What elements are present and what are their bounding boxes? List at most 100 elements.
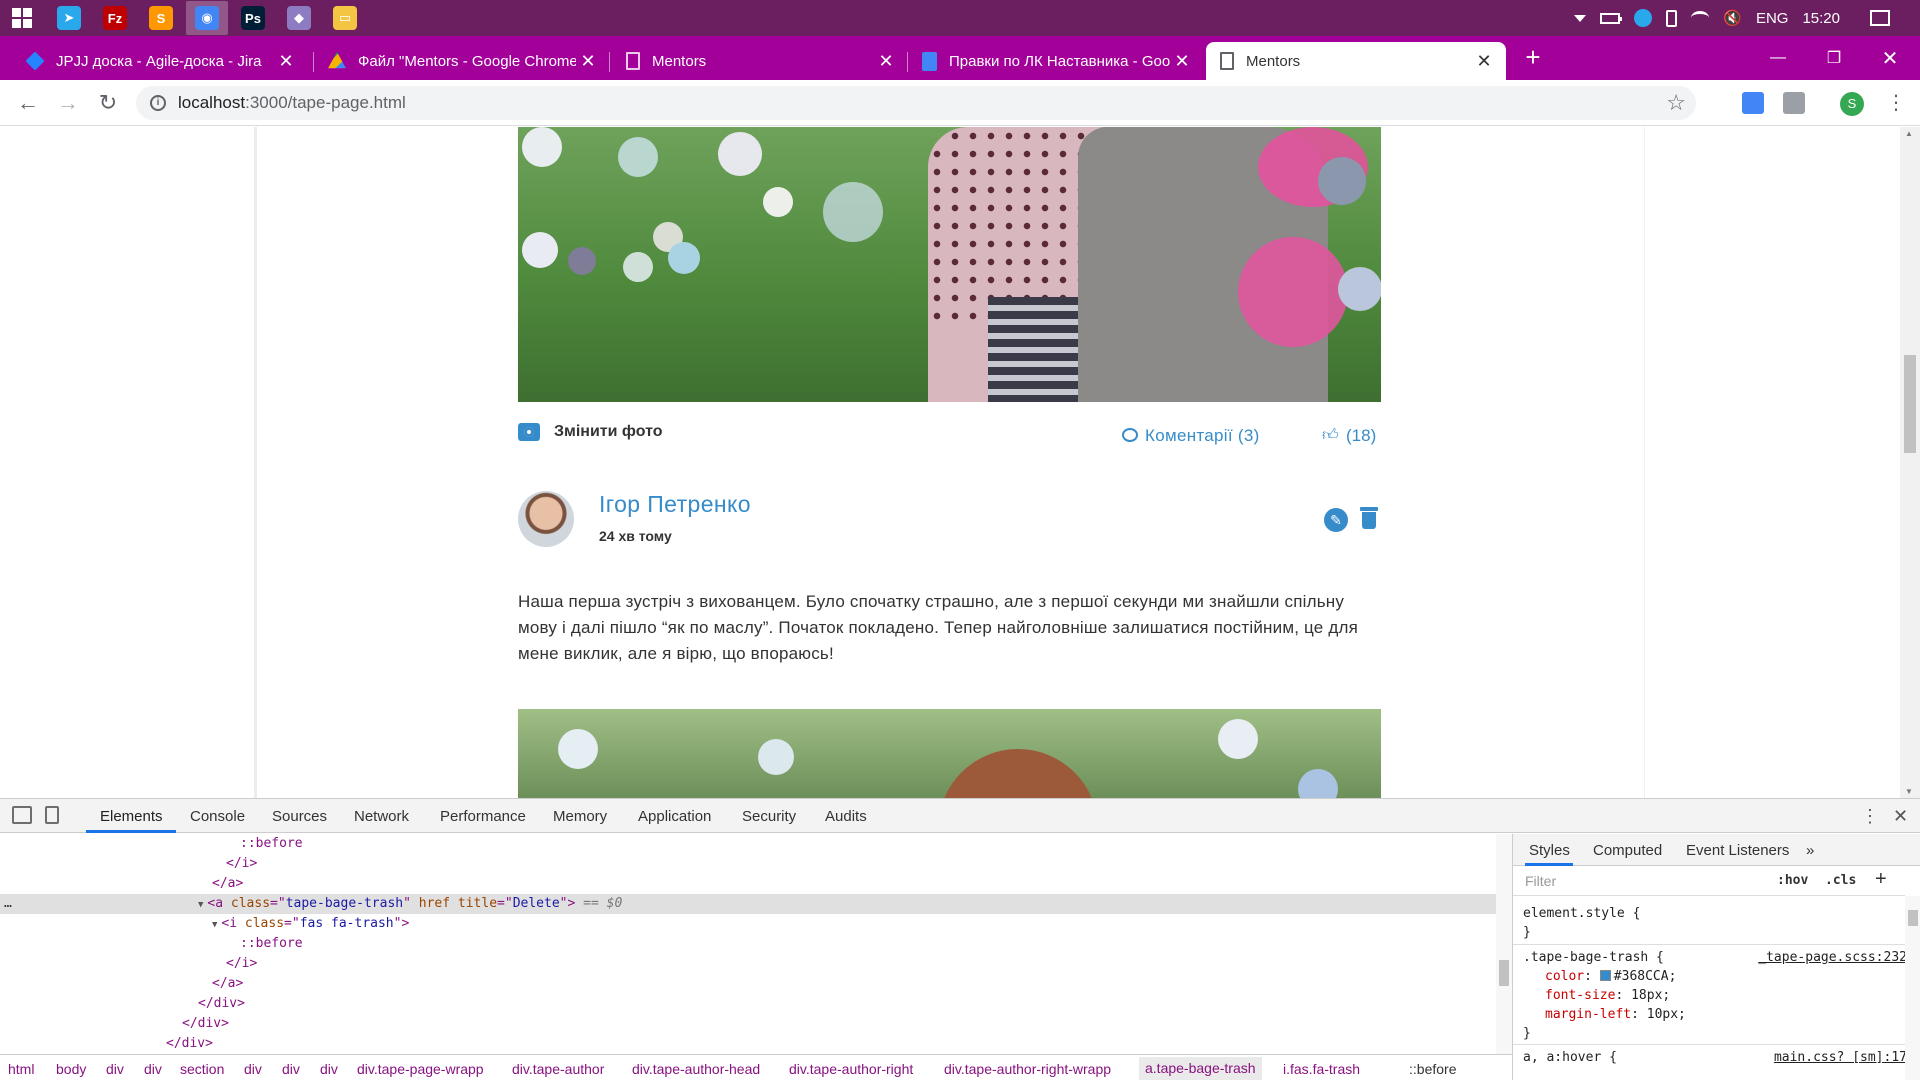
- devtools-tab-sources[interactable]: Sources: [272, 808, 327, 825]
- tab-google-doc[interactable]: Правки по ЛК Наставника - Goo ✕: [908, 42, 1204, 80]
- edit-pencil-icon[interactable]: ✎: [1324, 508, 1348, 532]
- back-button[interactable]: ←: [8, 83, 48, 123]
- close-tab-icon[interactable]: ✕: [1170, 51, 1194, 72]
- dom-node[interactable]: </a>: [0, 974, 1496, 994]
- dom-tree[interactable]: ::before </i> </a>… ▼ <a class="tape-bage-tr…: [0, 834, 1496, 1054]
- battery-icon[interactable]: [1600, 12, 1623, 24]
- explorer-app-button[interactable]: ▭: [324, 1, 366, 35]
- address-bar[interactable]: i localhost:3000/tape-page.html ☆: [136, 86, 1696, 120]
- expand-triangle-icon[interactable]: ▼: [198, 900, 203, 910]
- close-tab-icon[interactable]: ✕: [1472, 51, 1496, 72]
- telegram-tray-icon[interactable]: [1634, 9, 1653, 27]
- tab-mentors-1[interactable]: Mentors ✕: [612, 42, 908, 80]
- devtools-tab-audits[interactable]: Audits: [825, 808, 867, 825]
- close-tab-icon[interactable]: ✕: [874, 51, 898, 72]
- author-avatar[interactable]: [518, 491, 574, 547]
- site-info-icon[interactable]: i: [150, 95, 166, 111]
- profile-avatar[interactable]: S: [1840, 92, 1864, 116]
- devtools-tab-performance[interactable]: Performance: [440, 808, 526, 825]
- wifi-icon[interactable]: [1691, 11, 1710, 25]
- anchor-rule[interactable]: a, a:hover { main.css? [sm]:17: [1523, 1048, 1907, 1067]
- filezilla-app-button[interactable]: Fz: [94, 1, 136, 35]
- dom-node[interactable]: </a>: [0, 874, 1496, 894]
- extension-icon[interactable]: [1783, 92, 1805, 114]
- devtools-menu-icon[interactable]: ⋮: [1861, 806, 1879, 827]
- device-icon[interactable]: [1666, 9, 1678, 27]
- git-app-button[interactable]: ◆: [278, 1, 320, 35]
- trash-icon[interactable]: [1360, 507, 1378, 529]
- breadcrumb-item[interactable]: div: [244, 1061, 262, 1077]
- bookmark-star-icon[interactable]: ☆: [1666, 90, 1686, 116]
- color-swatch-icon[interactable]: [1599, 970, 1611, 981]
- tab-jira[interactable]: JPJJ доска - Agile-доска - Jira ✕: [12, 42, 308, 80]
- breadcrumb-item[interactable]: section: [180, 1061, 224, 1077]
- url-text[interactable]: localhost:3000/tape-page.html: [178, 93, 406, 113]
- breadcrumb-item[interactable]: div.tape-author-head: [632, 1061, 760, 1077]
- breadcrumb-item[interactable]: div.tape-author: [512, 1061, 604, 1077]
- clock[interactable]: 15:20: [1802, 10, 1840, 27]
- volume-muted-icon[interactable]: 🔇: [1723, 9, 1742, 27]
- minimize-button[interactable]: —: [1750, 36, 1806, 80]
- tape-bage-trash-rule[interactable]: .tape-bage-trash { _tape-page.scss:232 c…: [1523, 948, 1907, 1043]
- dom-node[interactable]: </i>: [0, 954, 1496, 974]
- breadcrumb-item[interactable]: div: [320, 1061, 338, 1077]
- tab-event-listeners[interactable]: Event Listeners: [1686, 842, 1789, 859]
- input-language[interactable]: ENG: [1756, 10, 1789, 27]
- css-source-link[interactable]: main.css? [sm]:17: [1774, 1048, 1907, 1067]
- new-tab-button[interactable]: +: [1519, 44, 1547, 72]
- browser-menu-icon[interactable]: ⋮: [1886, 90, 1906, 116]
- chrome-app-button[interactable]: ◉: [186, 1, 228, 35]
- breadcrumb-item[interactable]: i.fas.fa-trash: [1283, 1061, 1360, 1077]
- comments-link[interactable]: Коментарії (3): [1145, 426, 1260, 446]
- breadcrumb-item[interactable]: div: [144, 1061, 162, 1077]
- inspect-element-icon[interactable]: [12, 806, 32, 824]
- devtools-tab-network[interactable]: Network: [354, 808, 409, 825]
- close-window-button[interactable]: ✕: [1862, 36, 1918, 80]
- comment-icon[interactable]: [1122, 428, 1138, 442]
- breadcrumb-item[interactable]: html: [8, 1061, 34, 1077]
- translate-extension-icon[interactable]: [1742, 92, 1764, 114]
- restore-button[interactable]: ❐: [1806, 36, 1862, 80]
- breadcrumb-item[interactable]: div.tape-author-right-wrapp: [944, 1061, 1111, 1077]
- likes-count[interactable]: (18): [1346, 426, 1376, 446]
- telegram-app-button[interactable]: ➤: [48, 1, 90, 35]
- breadcrumb-item[interactable]: body: [56, 1061, 86, 1077]
- css-declaration[interactable]: font-size: 18px;: [1523, 986, 1907, 1005]
- start-button[interactable]: [0, 0, 44, 36]
- close-tab-icon[interactable]: ✕: [274, 51, 298, 72]
- hover-state-toggle[interactable]: :hov: [1777, 873, 1808, 888]
- styles-scrollbar[interactable]: [1905, 896, 1920, 1080]
- devtools-tab-memory[interactable]: Memory: [553, 808, 607, 825]
- expand-triangle-icon[interactable]: ▼: [212, 920, 217, 930]
- scroll-down-icon[interactable]: ▼: [1905, 787, 1913, 796]
- close-tab-icon[interactable]: ✕: [576, 51, 600, 72]
- css-source-link[interactable]: _tape-page.scss:232: [1758, 948, 1907, 967]
- css-declaration[interactable]: margin-left: 10px;: [1523, 1005, 1907, 1024]
- element-style-rule[interactable]: element.style { }: [1523, 904, 1907, 942]
- devtools-tab-elements[interactable]: Elements: [100, 808, 163, 825]
- breadcrumb-item[interactable]: ::before: [1409, 1061, 1456, 1077]
- photoshop-app-button[interactable]: Ps: [232, 1, 274, 35]
- styles-filter-input[interactable]: Filter: [1525, 873, 1556, 889]
- tab-drive-file[interactable]: Файл "Mentors - Google Chrome ✕: [314, 42, 610, 80]
- tab-styles[interactable]: Styles: [1529, 842, 1570, 859]
- change-photo-link[interactable]: Змінити фото: [554, 423, 662, 441]
- author-name[interactable]: Ігор Петренко: [599, 491, 751, 518]
- devtools-close-icon[interactable]: ✕: [1893, 806, 1908, 827]
- dom-node[interactable]: ::before: [0, 934, 1496, 954]
- reload-button[interactable]: ↻: [88, 83, 128, 123]
- dom-node[interactable]: </div>: [0, 1034, 1496, 1054]
- breadcrumb-item[interactable]: a.tape-bage-trash: [1139, 1057, 1262, 1080]
- breadcrumb-item[interactable]: div.tape-author-right: [789, 1061, 913, 1077]
- dom-node[interactable]: ::before: [0, 834, 1496, 854]
- dom-node[interactable]: ▼ <i class="fas fa-trash">: [0, 914, 1496, 934]
- breadcrumb-item[interactable]: div: [282, 1061, 300, 1077]
- camera-icon[interactable]: [518, 423, 540, 441]
- scroll-up-icon[interactable]: ▲: [1905, 129, 1913, 138]
- forward-button[interactable]: →: [48, 83, 88, 123]
- notifications-icon[interactable]: [1870, 10, 1890, 26]
- css-declaration[interactable]: color: #368CCA;: [1523, 967, 1907, 986]
- breadcrumb-item[interactable]: div.tape-page-wrapp: [357, 1061, 484, 1077]
- dom-node[interactable]: </div>: [0, 994, 1496, 1014]
- dom-node[interactable]: </div>: [0, 1014, 1496, 1034]
